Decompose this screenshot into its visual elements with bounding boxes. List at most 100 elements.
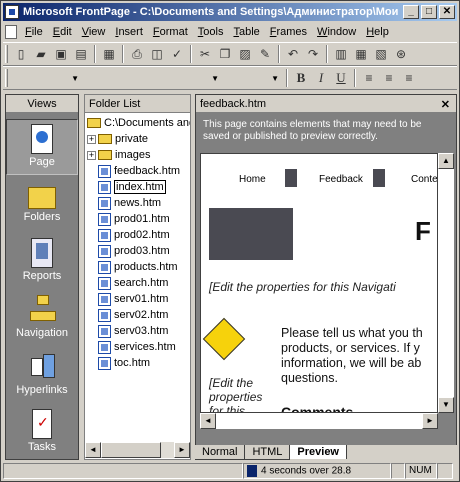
- toolbar-grip[interactable]: [5, 45, 8, 63]
- html-file-icon: [98, 356, 111, 370]
- bold-button[interactable]: B: [291, 69, 311, 87]
- scroll-left-button[interactable]: ◄: [85, 442, 101, 458]
- editor-vscroll[interactable]: ▲ ▼: [438, 153, 454, 413]
- toolbar-separator: [326, 45, 328, 63]
- nav-bar-placeholder[interactable]: [Edit the properties for this Navigati: [209, 280, 396, 294]
- view-tasks[interactable]: Tasks: [6, 405, 78, 461]
- list-item[interactable]: products.htm: [98, 259, 178, 275]
- menu-view[interactable]: View: [77, 26, 111, 38]
- paste-icon[interactable]: ▨: [235, 45, 255, 63]
- scroll-right-button[interactable]: ►: [422, 413, 438, 429]
- open-folder-icon[interactable]: ▰: [31, 45, 51, 63]
- publish-icon[interactable]: ▤: [71, 45, 91, 63]
- view-page[interactable]: Page: [6, 119, 78, 175]
- expand-icon[interactable]: +: [87, 150, 96, 160]
- tree-folder-private[interactable]: + private: [87, 131, 148, 147]
- download-time: 4 seconds over 28.8: [243, 463, 391, 479]
- menu-window[interactable]: Window: [312, 26, 361, 38]
- tab-html[interactable]: HTML: [245, 445, 291, 460]
- menu-frames[interactable]: Frames: [265, 26, 312, 38]
- size-grip[interactable]: [437, 463, 453, 479]
- view-label: Navigation: [16, 327, 68, 339]
- expand-icon[interactable]: +: [87, 134, 96, 144]
- new-page-icon[interactable]: ▯: [11, 45, 31, 63]
- list-item[interactable]: serv01.htm: [98, 291, 168, 307]
- list-item[interactable]: news.htm: [98, 195, 161, 211]
- insert-table-icon[interactable]: ▦: [351, 45, 371, 63]
- cut-icon[interactable]: ✂: [195, 45, 215, 63]
- scroll-track[interactable]: [438, 169, 454, 397]
- list-item[interactable]: toc.htm: [98, 355, 150, 371]
- font-size-combo[interactable]: ▼: [223, 69, 283, 87]
- list-item[interactable]: serv03.htm: [98, 323, 168, 339]
- view-label: Hyperlinks: [16, 384, 68, 396]
- print-icon[interactable]: ⎙: [127, 45, 147, 63]
- list-item[interactable]: services.htm: [98, 339, 176, 355]
- menu-insert[interactable]: Insert: [110, 26, 148, 38]
- nav-link-feedback[interactable]: Feedback: [319, 174, 363, 185]
- maximize-button[interactable]: □: [421, 5, 437, 19]
- toolbar-separator: [354, 69, 356, 87]
- spelling-icon[interactable]: ✓: [167, 45, 187, 63]
- scroll-up-button[interactable]: ▲: [438, 153, 454, 169]
- tree-root[interactable]: C:\Documents and S: [87, 115, 190, 131]
- preview-canvas[interactable]: Home Feedback Conte F [Edit the properti…: [200, 153, 438, 413]
- format-painter-icon[interactable]: ✎: [255, 45, 275, 63]
- list-item[interactable]: feedback.htm: [98, 163, 180, 179]
- menu-format[interactable]: Format: [148, 26, 193, 38]
- list-item-selected[interactable]: index.htm: [98, 179, 166, 195]
- frontpage-app-icon[interactable]: [5, 5, 19, 19]
- scroll-right-button[interactable]: ►: [174, 442, 190, 458]
- view-folders[interactable]: Folders: [6, 177, 78, 233]
- nav-link-home[interactable]: Home: [239, 174, 266, 185]
- side-nav-placeholder[interactable]: [Edit the properties for this: [209, 376, 262, 412]
- italic-button[interactable]: I: [311, 69, 331, 87]
- font-combo[interactable]: ▼: [83, 69, 223, 87]
- menu-edit[interactable]: Edit: [48, 26, 77, 38]
- insert-picture-icon[interactable]: ▧: [371, 45, 391, 63]
- list-item[interactable]: prod03.htm: [98, 243, 170, 259]
- preview-browser-icon[interactable]: ◫: [147, 45, 167, 63]
- view-navigation[interactable]: Navigation: [6, 291, 78, 347]
- toolbar-grip[interactable]: [5, 69, 8, 87]
- scroll-down-button[interactable]: ▼: [438, 397, 454, 413]
- menu-file[interactable]: File: [20, 26, 48, 38]
- minimize-button[interactable]: _: [403, 5, 419, 19]
- insert-component-icon[interactable]: ▥: [331, 45, 351, 63]
- menu-table[interactable]: Table: [228, 26, 264, 38]
- redo-icon[interactable]: ↷: [303, 45, 323, 63]
- copy-icon[interactable]: ❐: [215, 45, 235, 63]
- view-hyperlinks[interactable]: Hyperlinks: [6, 348, 78, 404]
- editor-hscroll[interactable]: ◄ ►: [200, 413, 438, 429]
- nav-button-graphic: [373, 169, 385, 187]
- tab-preview[interactable]: Preview: [290, 445, 347, 459]
- list-item[interactable]: serv02.htm: [98, 307, 168, 323]
- view-reports[interactable]: Reports: [6, 234, 78, 290]
- align-center-icon[interactable]: ≡: [379, 69, 399, 87]
- folder-icon: [98, 134, 112, 144]
- tree-folder-images[interactable]: + images: [87, 147, 150, 163]
- align-left-icon[interactable]: ≡: [359, 69, 379, 87]
- close-button[interactable]: ✕: [439, 5, 455, 19]
- scroll-thumb[interactable]: [101, 442, 161, 458]
- list-item[interactable]: prod01.htm: [98, 211, 170, 227]
- list-item[interactable]: search.htm: [98, 275, 168, 291]
- tab-normal[interactable]: Normal: [195, 445, 246, 460]
- folder-list-hscroll[interactable]: ◄ ►: [85, 442, 190, 458]
- style-combo[interactable]: ▼: [11, 69, 83, 87]
- menu-help[interactable]: Help: [361, 26, 394, 38]
- document-icon[interactable]: [5, 24, 17, 39]
- close-page-button[interactable]: ✕: [441, 98, 452, 111]
- title-bar[interactable]: Microsoft FrontPage - C:\Documents and S…: [3, 3, 457, 21]
- page-icon: [31, 124, 53, 154]
- undo-icon[interactable]: ↶: [283, 45, 303, 63]
- list-item[interactable]: prod02.htm: [98, 227, 170, 243]
- save-icon[interactable]: ▣: [51, 45, 71, 63]
- underline-button[interactable]: U: [331, 69, 351, 87]
- menu-tools[interactable]: Tools: [193, 26, 229, 38]
- scroll-left-button[interactable]: ◄: [200, 413, 216, 429]
- nav-link-contents[interactable]: Conte: [411, 174, 437, 185]
- folder-list-icon[interactable]: ▦: [99, 45, 119, 63]
- hyperlink-icon[interactable]: ⊛: [391, 45, 411, 63]
- align-right-icon[interactable]: ≡: [399, 69, 419, 87]
